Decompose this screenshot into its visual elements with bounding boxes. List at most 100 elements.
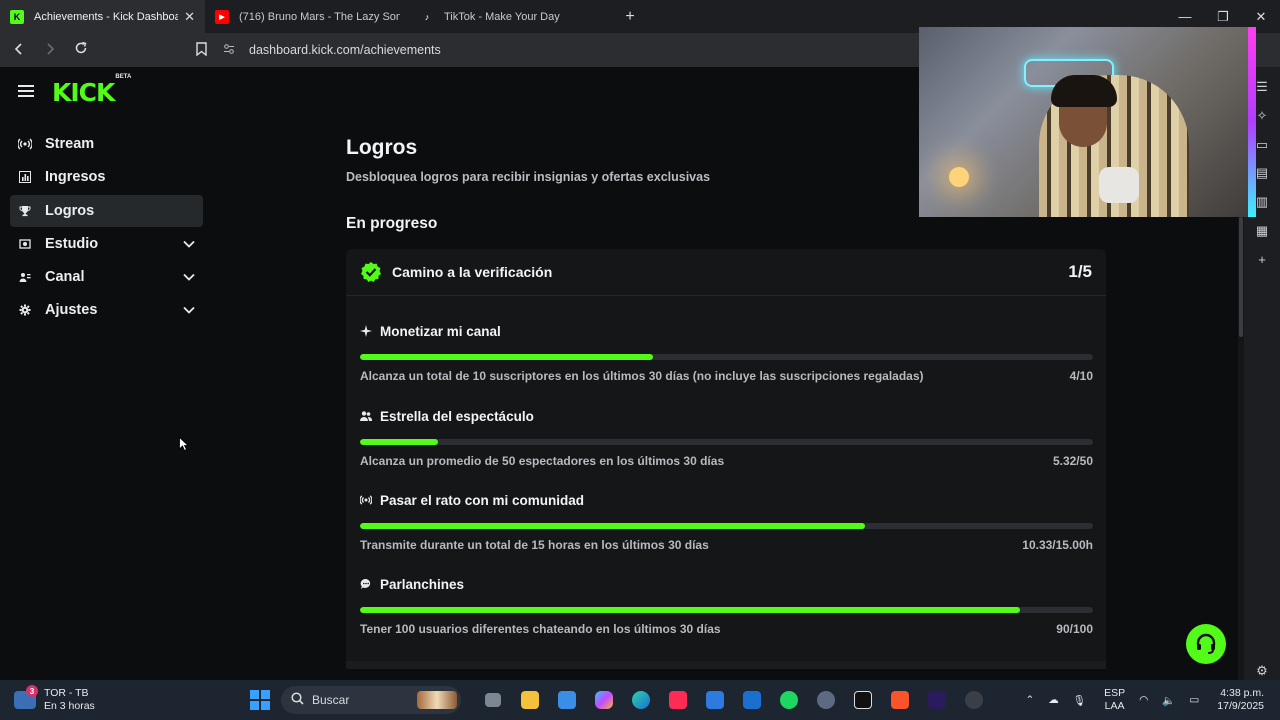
capcut-icon[interactable]	[844, 688, 881, 712]
page-subtitle: Desbloquea logros para recibir insignias…	[346, 170, 711, 184]
channel-icon	[18, 270, 32, 284]
sparkle-icon	[360, 325, 372, 337]
wifi-icon[interactable]: ◠	[1139, 694, 1148, 706]
maximize-icon[interactable]: ❐	[1204, 9, 1242, 25]
chevron-down-icon[interactable]	[183, 271, 195, 283]
volume-icon[interactable]: 🔈	[1162, 694, 1175, 707]
lang-secondary: LAA	[1104, 700, 1125, 712]
chevron-down-icon[interactable]	[183, 304, 195, 316]
clock-time: 4:38 p.m.	[1220, 687, 1264, 699]
chevron-down-icon[interactable]	[183, 238, 195, 250]
sidebar-item-estudio[interactable]: Estudio	[10, 228, 203, 260]
bookmark-icon[interactable]	[193, 41, 209, 59]
forward-icon[interactable]	[37, 42, 62, 59]
weather-title: TOR - TB	[44, 687, 89, 699]
achievement-title: Monetizar mi canal	[380, 323, 501, 339]
outlook-icon[interactable]	[733, 688, 770, 712]
sidebar-item-canal[interactable]: Canal	[10, 261, 203, 293]
sidebar-item-ingresos[interactable]: Ingresos	[10, 161, 203, 193]
menu-icon[interactable]	[18, 85, 34, 100]
chart-icon	[18, 170, 32, 184]
streamer-hair	[1051, 75, 1117, 107]
cloud-icon[interactable]: ☁	[1048, 694, 1059, 706]
scrollbar-thumb[interactable]	[1239, 217, 1243, 337]
support-chat-button[interactable]	[1186, 624, 1226, 664]
lang-primary: ESP	[1104, 687, 1126, 699]
taskbar-search[interactable]: Buscar	[281, 686, 461, 714]
edge-icon[interactable]	[622, 688, 659, 712]
headset-icon	[1196, 633, 1216, 654]
file-explorer-icon[interactable]	[511, 688, 548, 712]
tray-overflow-icon[interactable]: ⌃	[1025, 694, 1034, 706]
lamp	[949, 167, 969, 187]
azure-icon[interactable]	[696, 688, 733, 712]
progress-fill	[360, 523, 865, 529]
browser-tab-youtube[interactable]: ▶ (716) Bruno Mars - The Lazy Song (O	[205, 0, 410, 33]
achievement-title: Pasar el rato con mi comunidad	[380, 492, 585, 508]
sidebar-item-logros[interactable]: Logros	[10, 194, 203, 227]
premiere-icon[interactable]	[918, 688, 955, 712]
ai-icon[interactable]: ✧	[1257, 108, 1268, 125]
youtube-favicon-icon: ▶	[215, 9, 229, 24]
reading-list-icon[interactable]: ▥	[1256, 194, 1268, 211]
site-info-icon[interactable]	[223, 43, 237, 58]
achievement-value: 4/10	[1069, 369, 1093, 383]
broadcast-icon	[18, 137, 32, 151]
close-window-icon[interactable]: ✕	[1242, 9, 1280, 25]
achievement-item: Monetizar mi canal Alcanza un total de 1…	[360, 322, 1093, 383]
brave-icon[interactable]	[881, 688, 918, 712]
task-view-icon[interactable]	[474, 688, 511, 712]
mouse-cursor-icon	[179, 437, 189, 452]
windows-start-icon[interactable]	[250, 690, 270, 710]
beta-badge: BETA	[115, 73, 132, 80]
bookmarks-icon[interactable]: ▭	[1256, 137, 1268, 154]
url-field[interactable]: dashboard.kick.com/achievements	[223, 43, 441, 58]
spotify-icon[interactable]	[770, 688, 807, 712]
achievement-item: Estrella del espectáculo Alcanza un prom…	[360, 407, 1093, 468]
sidebar-item-stream[interactable]: Stream	[10, 128, 203, 160]
wallet-icon[interactable]: ▤	[1256, 165, 1268, 182]
webcam-overlay	[919, 27, 1256, 217]
back-icon[interactable]	[6, 42, 31, 59]
battery-icon[interactable]: ▭	[1189, 694, 1199, 706]
trophy-icon	[18, 204, 32, 218]
mic-icon[interactable]: 🎙	[1073, 694, 1086, 707]
close-tab-icon[interactable]: ✕	[184, 9, 195, 25]
sidebar-nav: Stream Ingresos Logros Estudio Canal Aju…	[10, 128, 203, 328]
weather-subtitle: En 3 horas	[44, 700, 95, 712]
clock[interactable]: 4:38 p.m. 17/9/2025	[1217, 687, 1264, 713]
tab-title: Achievements - Kick Dashboard	[34, 10, 179, 23]
obs-icon[interactable]	[955, 688, 992, 712]
taskbar-apps	[474, 688, 992, 712]
achievement-item: Pasar el rato con mi comunidad Transmite…	[360, 491, 1093, 552]
kick-logo[interactable]: KICKBETA	[52, 74, 131, 107]
progress-bar	[360, 354, 1093, 360]
tiktok-app-icon[interactable]	[659, 688, 696, 712]
progress-fill	[360, 607, 1020, 613]
sidebar-item-ajustes[interactable]: Ajustes	[10, 294, 203, 326]
studio-icon	[18, 237, 32, 251]
new-tab-icon[interactable]: +	[615, 8, 645, 26]
achievement-value: 5.32/50	[1052, 454, 1093, 468]
url-text: dashboard.kick.com/achievements	[249, 43, 441, 57]
store-icon[interactable]	[548, 688, 585, 712]
search-icon	[291, 692, 304, 708]
achievement-title: Parlanchines	[380, 576, 465, 592]
achievement-value: 10.33/15.00h	[1022, 538, 1093, 552]
sidebar-item-label: Stream	[45, 136, 95, 152]
settings-gear-icon[interactable]: ⚙	[1256, 663, 1268, 680]
sidebar-item-label: Logros	[45, 202, 95, 219]
sidebar-menu-icon[interactable]: ☰	[1256, 79, 1268, 96]
history-icon[interactable]: ▦	[1256, 223, 1268, 240]
keyboard-app-icon[interactable]	[807, 688, 844, 712]
browser-tab-achievements[interactable]: K Achievements - Kick Dashboard ✕	[0, 0, 205, 33]
weather-widget[interactable]: 3 TOR - TB En 3 horas	[14, 680, 95, 720]
browser-tab-tiktok[interactable]: ♪ TikTok - Make Your Day	[410, 0, 615, 33]
minimize-icon[interactable]: —	[1166, 9, 1204, 24]
tab-title: TikTok - Make Your Day	[444, 10, 560, 23]
sidebar-item-label: Ajustes	[45, 302, 98, 319]
add-panel-icon[interactable]: +	[1258, 252, 1266, 269]
copilot-icon[interactable]	[585, 688, 622, 712]
reload-icon[interactable]	[68, 41, 93, 59]
language-indicator[interactable]: ESP LAA	[1104, 687, 1125, 713]
